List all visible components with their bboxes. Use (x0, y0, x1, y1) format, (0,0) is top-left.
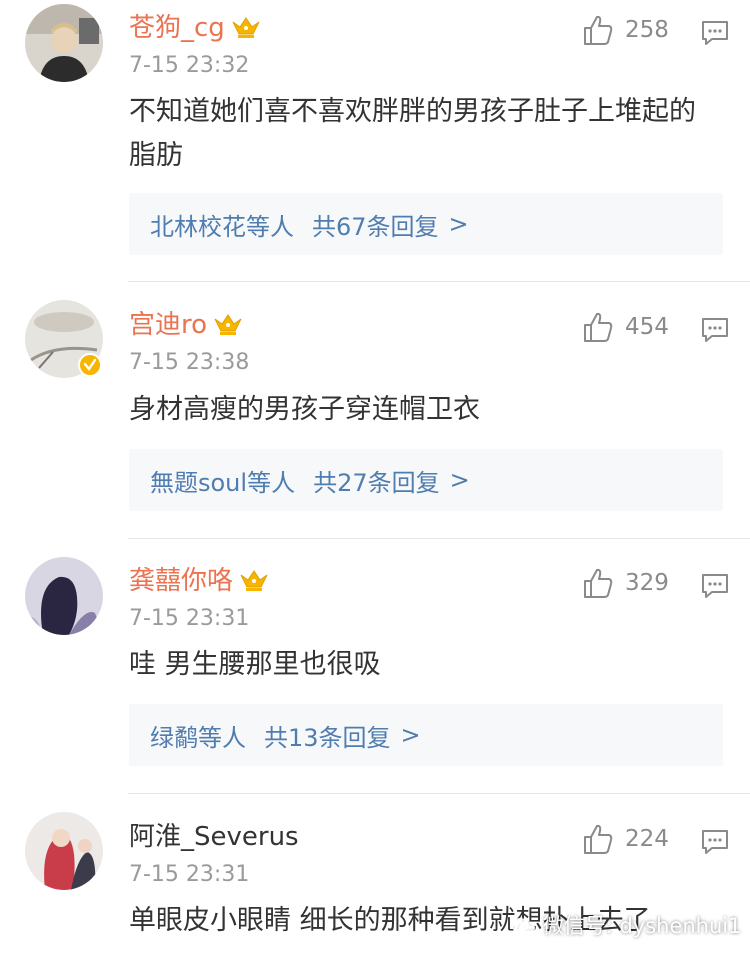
avatar[interactable] (25, 557, 103, 635)
chevron-right-icon: > (448, 210, 469, 238)
username-text[interactable]: 苍狗_cg (129, 13, 225, 43)
thumbs-up-icon (584, 312, 613, 342)
verified-badge-icon (78, 353, 102, 377)
watermark: 微信号: dyshenhui1 (510, 910, 742, 940)
reply-count: 共27条回复 (313, 468, 440, 497)
reply-count: 共13条回复 (264, 723, 391, 752)
reply-users: 無题soul等人 (150, 468, 296, 497)
like-count: 454 (625, 314, 669, 340)
like-button[interactable]: 454 (583, 309, 669, 345)
username[interactable]: 阿淮_Severus (129, 822, 299, 852)
crown-icon (240, 570, 268, 591)
like-button[interactable]: 258 (583, 12, 669, 48)
comment-text: 身材高瘦的男孩子穿连帽卫衣 (129, 394, 480, 425)
reply-count: 共67条回复 (312, 212, 439, 241)
avatar[interactable] (25, 4, 103, 82)
like-count: 258 (625, 17, 669, 43)
avatar[interactable] (25, 812, 103, 890)
reply-thread-link[interactable]: 無题soul等人 共27条回复 > (129, 449, 723, 511)
username[interactable]: 苍狗_cg (129, 13, 261, 43)
chevron-right-icon: > (449, 466, 470, 494)
wechat-icon (511, 918, 535, 934)
username[interactable]: 宫迪ro (129, 310, 243, 340)
username-text[interactable]: 阿淮_Severus (129, 822, 299, 852)
like-button[interactable]: 224 (583, 821, 669, 857)
thumbs-up-icon (584, 568, 613, 598)
timestamp: 7-15 23:31 (129, 862, 250, 887)
divider (128, 793, 750, 794)
like-count: 329 (625, 570, 669, 596)
timestamp: 7-15 23:32 (129, 53, 250, 78)
comment-icon[interactable] (701, 317, 729, 343)
divider (128, 538, 750, 539)
reply-thread-link[interactable]: 北林校花等人 共67条回复 > (129, 193, 723, 255)
crown-icon (214, 314, 242, 335)
reply-thread-link[interactable]: 绿鹬等人 共13条回复 > (129, 704, 723, 766)
comment-text: 不知道她们喜不喜欢胖胖的男孩子肚子上堆起的脂肪 (129, 96, 696, 171)
timestamp: 7-15 23:31 (129, 606, 250, 631)
username[interactable]: 龚囍你咯 (129, 566, 269, 596)
like-button[interactable]: 329 (583, 565, 669, 601)
comment-icon[interactable] (701, 573, 729, 599)
reply-users: 北林校花等人 (150, 212, 294, 241)
divider (128, 281, 750, 282)
comment-icon[interactable] (701, 20, 729, 46)
chevron-right-icon: > (400, 721, 421, 749)
like-count: 224 (625, 826, 669, 852)
comment-icon[interactable] (701, 829, 729, 855)
thumbs-up-icon (584, 824, 613, 854)
thumbs-up-icon (584, 15, 613, 45)
username-text[interactable]: 龚囍你咯 (129, 566, 233, 596)
timestamp: 7-15 23:38 (129, 350, 250, 375)
crown-icon (232, 17, 260, 38)
reply-users: 绿鹬等人 (150, 723, 246, 752)
comment-text: 哇 男生腰那里也很吸 (129, 649, 381, 680)
watermark-text: 微信号: dyshenhui1 (542, 914, 742, 938)
username-text[interactable]: 宫迪ro (129, 310, 207, 340)
